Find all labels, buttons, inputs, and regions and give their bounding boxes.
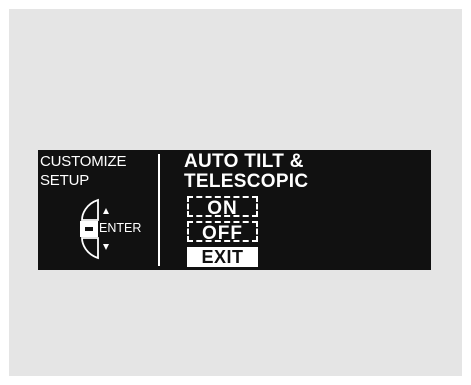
setting-title-line-1: AUTO TILT &	[184, 151, 304, 172]
menu-category: CUSTOMIZE SETUP	[40, 152, 152, 190]
up-segment-outline	[81, 198, 99, 221]
up-arrow-icon[interactable]	[103, 208, 109, 214]
down-segment-outline	[81, 237, 99, 260]
menu-category-line-1: CUSTOMIZE	[40, 153, 127, 170]
selector-control[interactable]: ENTER	[76, 198, 156, 260]
option-off[interactable]: OFF	[187, 221, 258, 244]
exit-button[interactable]: EXIT	[187, 247, 258, 267]
setting-title-line-2: TELESCOPIC	[184, 171, 309, 192]
menu-category-line-2: SETUP	[40, 172, 90, 189]
setting-title: AUTO TILT & TELESCOPIC	[184, 152, 308, 192]
down-arrow-icon[interactable]	[103, 244, 109, 250]
divider	[158, 154, 160, 266]
display-screen: CUSTOMIZE SETUP ENTER AUTO TILT & TELESC…	[38, 150, 431, 270]
enter-label: ENTER	[99, 221, 142, 235]
option-on[interactable]: ON	[187, 196, 258, 219]
